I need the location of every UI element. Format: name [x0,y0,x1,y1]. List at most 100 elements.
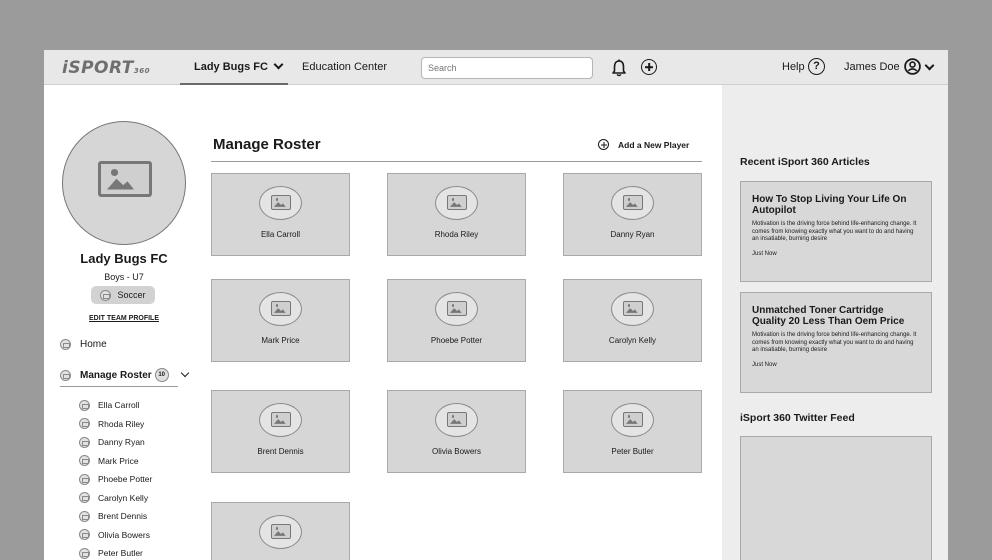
app-window: iSPORT360 Lady Bugs FC Education Center … [44,50,948,560]
team-avatar[interactable] [62,121,186,245]
player-avatar [611,292,654,326]
chevron-down-icon [273,59,284,70]
player-card[interactable]: Carolyn Kelly [563,279,702,362]
sidebar-player-item[interactable]: Olivia Bowers [79,526,152,545]
article-excerpt: Motivation is the driving force behind l… [752,332,917,353]
player-avatar-icon [79,399,90,411]
sidebar-item-home[interactable]: Home [60,339,107,350]
sport-label: Soccer [117,290,146,300]
article-card[interactable]: How To Stop Living Your Life On Autopilo… [740,181,932,282]
image-placeholder-icon [447,412,467,427]
player-card-name: Olivia Bowers [432,447,481,456]
article-card[interactable]: Unmatched Toner Cartridge Quality 20 Les… [740,292,932,393]
player-avatar-icon [79,436,90,448]
article-title: How To Stop Living Your Life On Autopilo… [752,194,907,216]
roster-count-badge: 10 [154,368,169,382]
user-name[interactable]: James Doe [844,61,900,73]
articles-heading: Recent iSport 360 Articles [740,156,870,168]
sidebar-player-item[interactable]: Danny Ryan [79,433,152,452]
sport-badge: Soccer [91,286,155,304]
chevron-down-icon[interactable] [180,368,189,378]
education-center-link[interactable]: Education Center [302,61,387,73]
player-card[interactable]: Olivia Bowers [387,390,526,473]
player-avatar-icon [79,529,90,541]
player-card-name: Rhoda Riley [434,230,479,239]
sidebar-divider [60,386,178,387]
twitter-feed-panel[interactable] [740,436,932,560]
player-avatar-icon [79,473,90,485]
isport-logo[interactable]: iSPORT360 [62,58,150,78]
add-new-player-button[interactable]: Add a New Player [598,139,689,150]
player-avatar [259,186,302,220]
article-timestamp: Just Now [752,250,777,257]
add-circle-icon[interactable] [641,59,657,75]
image-placeholder-icon [623,195,643,210]
sidebar-player-item[interactable]: Rhoda Riley [79,415,152,434]
roster-icon [60,369,71,381]
player-avatar [435,186,478,220]
player-card-name: Brent Dennis [257,447,304,456]
player-avatar-icon [79,418,90,430]
player-avatar [259,403,302,437]
player-avatar [611,186,654,220]
edit-team-profile-link[interactable]: EDIT TEAM PROFILE [44,315,204,322]
user-menu-chevron-icon[interactable] [924,60,935,71]
sidebar-player-item[interactable]: Peter Butler [79,544,152,560]
sidebar-player-item[interactable]: Mark Price [79,452,152,471]
help-link[interactable]: Help [782,61,805,73]
roster-divider [211,161,702,162]
image-placeholder-icon [271,195,291,210]
team-selector-dropdown[interactable]: Lady Bugs FC [180,50,288,85]
right-sidebar: Recent iSport 360 Articles How To Stop L… [722,85,948,560]
article-timestamp: Just Now [752,361,777,368]
image-placeholder-icon [271,301,291,316]
sidebar-player-item[interactable]: Phoebe Potter [79,470,152,489]
image-placeholder-icon [623,301,643,316]
player-avatar [259,292,302,326]
user-account-icon[interactable] [904,58,921,75]
top-navigation-bar: iSPORT360 Lady Bugs FC Education Center … [44,50,948,85]
player-card[interactable]: Brent Dennis [211,390,350,473]
image-placeholder-icon [623,412,643,427]
sidebar-player-item[interactable]: Ella Carroll [79,396,152,415]
team-selector-label: Lady Bugs FC [194,60,268,73]
add-new-player-label: Add a New Player [618,139,690,150]
image-placeholder-icon [447,301,467,316]
search-input[interactable] [421,57,593,79]
player-card-name: Danny Ryan [610,230,655,239]
player-avatar-icon [79,492,90,504]
sidebar-item-manage-roster[interactable]: Manage Roster 10 [60,368,189,382]
image-placeholder-icon [447,195,467,210]
home-icon [60,339,71,350]
page-title: Manage Roster [213,136,321,153]
player-card[interactable]: Ella Carroll [211,173,350,256]
player-card-name: Ella Carroll [260,230,301,239]
player-card-name: Carolyn Kelly [608,336,657,345]
twitter-feed-heading: iSport 360 Twitter Feed [740,412,855,424]
player-card-name: Phoebe Potter [430,336,483,345]
player-card[interactable]: Peter Butler [563,390,702,473]
player-card[interactable]: Danny Ryan [563,173,702,256]
player-card[interactable]: Rhoda Riley [387,173,526,256]
sidebar-player-item[interactable]: Carolyn Kelly [79,489,152,508]
sidebar-item-label: Manage Roster [80,369,152,381]
player-card-name: Peter Butler [611,447,654,456]
sidebar-item-label: Home [80,339,107,350]
add-circle-icon [598,139,609,150]
bell-icon[interactable] [611,59,627,77]
team-division: Boys - U7 [104,272,144,282]
help-question-icon[interactable]: ? [808,58,825,75]
player-card[interactable]: Mark Price [211,279,350,362]
player-avatar [611,403,654,437]
player-card[interactable]: Phoebe Potter [387,279,526,362]
player-avatar [259,515,302,549]
team-name: Lady Bugs FC [80,251,168,266]
player-card[interactable] [211,502,350,560]
article-excerpt: Motivation is the driving force behind l… [752,221,917,242]
image-placeholder-icon [271,524,291,539]
article-title: Unmatched Toner Cartridge Quality 20 Les… [752,305,905,327]
image-placeholder-icon [271,412,291,427]
sidebar-player-item[interactable]: Brent Dennis [79,507,152,526]
player-avatar-icon [79,547,90,559]
player-avatar-icon [79,510,90,522]
